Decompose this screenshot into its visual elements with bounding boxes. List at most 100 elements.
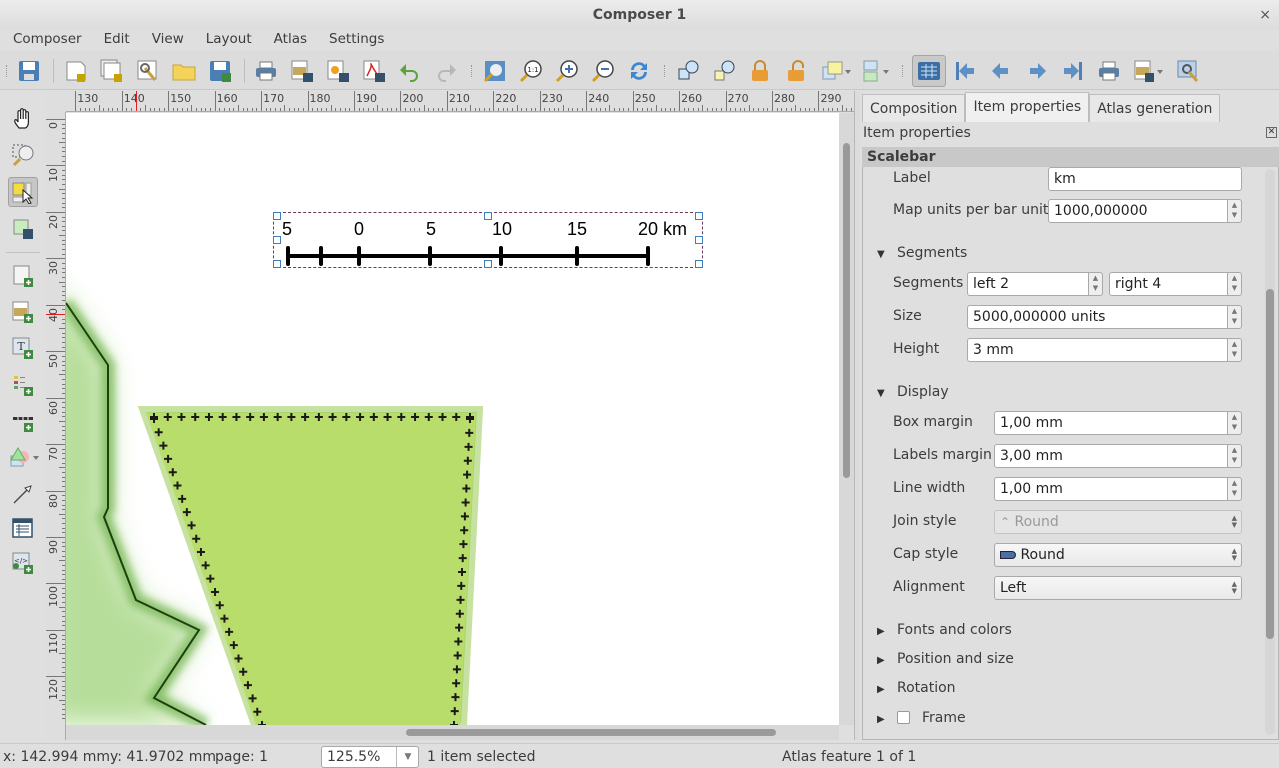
segments-left-spinner[interactable]: ▲ ▼ bbox=[1089, 272, 1103, 296]
zoom-in-button[interactable] bbox=[554, 58, 580, 84]
raise-items-button[interactable] bbox=[820, 58, 854, 84]
vertical-ruler[interactable]: 0102030405060708090100110120 bbox=[46, 112, 66, 740]
menu-settings[interactable]: Settings bbox=[316, 30, 393, 50]
line-width-input[interactable]: 1,00 mm bbox=[994, 477, 1228, 501]
properties-scrollbar[interactable] bbox=[1265, 169, 1275, 735]
export-svg-button[interactable] bbox=[325, 58, 351, 84]
refresh-button[interactable] bbox=[626, 58, 652, 84]
scrollbar-thumb[interactable] bbox=[406, 729, 776, 736]
zoom-full-button[interactable] bbox=[482, 58, 508, 84]
box-margin-input[interactable]: 1,00 mm bbox=[994, 411, 1228, 435]
selection-handle[interactable] bbox=[695, 212, 703, 220]
labels-margin-input[interactable]: 3,00 mm bbox=[994, 444, 1228, 468]
new-composer-button[interactable] bbox=[63, 58, 89, 84]
height-input[interactable]: 3 mm bbox=[967, 338, 1228, 362]
line-width-spinner[interactable]: ▲ ▼ bbox=[1228, 477, 1242, 501]
menu-atlas[interactable]: Atlas bbox=[261, 30, 316, 50]
dropdown-arrow-icon[interactable]: ▼ bbox=[396, 747, 419, 767]
fonts-colors-group-toggle[interactable]: ▶ Fonts and colors bbox=[877, 622, 1012, 638]
atlas-last-button[interactable] bbox=[1060, 58, 1086, 84]
atlas-preview-button[interactable] bbox=[912, 55, 946, 87]
display-group-toggle[interactable]: ▼ Display bbox=[877, 384, 949, 400]
map-item[interactable] bbox=[66, 113, 839, 725]
composer-canvas[interactable]: 5 0 5 10 15 20 km bbox=[66, 113, 839, 725]
select-move-item-tool[interactable] bbox=[8, 177, 38, 207]
undo-button[interactable] bbox=[397, 58, 423, 84]
selection-handle[interactable] bbox=[484, 212, 492, 220]
add-legend-tool[interactable] bbox=[8, 370, 38, 400]
add-map-tool[interactable] bbox=[8, 261, 38, 291]
export-image-button[interactable] bbox=[289, 58, 315, 84]
box-margin-spinner[interactable]: ▲ ▼ bbox=[1228, 411, 1242, 435]
labels-margin-spinner[interactable]: ▲ ▼ bbox=[1228, 444, 1242, 468]
atlas-export-button[interactable] bbox=[1132, 58, 1166, 84]
selection-handle[interactable] bbox=[695, 236, 703, 244]
selection-handle[interactable] bbox=[484, 260, 492, 268]
map-units-spinner[interactable]: ▲ ▼ bbox=[1228, 199, 1242, 223]
add-attribute-table-tool[interactable] bbox=[8, 513, 38, 543]
horizontal-ruler[interactable]: 130 140 150 160 170 180 190 200 210 220 230 240 250 2… bbox=[66, 91, 854, 112]
tab-item-properties[interactable]: Item properties bbox=[965, 92, 1090, 122]
segments-left-input[interactable]: left 2 bbox=[967, 272, 1089, 296]
add-label-tool[interactable]: T bbox=[8, 333, 38, 363]
add-shape-tool[interactable] bbox=[8, 442, 42, 472]
atlas-previous-button[interactable] bbox=[988, 58, 1014, 84]
zoom-out-button[interactable] bbox=[590, 58, 616, 84]
close-window-button[interactable]: × bbox=[1259, 0, 1271, 30]
toolbar-grip[interactable] bbox=[6, 65, 9, 77]
height-spinner[interactable]: ▲ ▼ bbox=[1228, 338, 1242, 362]
zoom-tool[interactable] bbox=[8, 140, 38, 170]
cap-style-select[interactable]: Round ▲ ▼ bbox=[994, 543, 1242, 567]
label-input[interactable]: km bbox=[1048, 167, 1242, 191]
segments-group-toggle[interactable]: ▼ Segments bbox=[877, 245, 967, 261]
atlas-settings-button[interactable] bbox=[1175, 58, 1201, 84]
size-spinner[interactable]: ▲ ▼ bbox=[1228, 305, 1242, 329]
add-html-frame-tool[interactable]: </> bbox=[8, 548, 38, 578]
duplicate-composer-button[interactable] bbox=[99, 58, 125, 84]
segments-right-input[interactable]: right 4 bbox=[1109, 272, 1228, 296]
atlas-first-button[interactable] bbox=[952, 58, 978, 84]
frame-checkbox[interactable] bbox=[897, 711, 910, 724]
size-input[interactable]: 5000,000000 units bbox=[967, 305, 1228, 329]
selection-handle[interactable] bbox=[273, 236, 281, 244]
tab-composition[interactable]: Composition bbox=[862, 94, 966, 122]
redo-button[interactable] bbox=[433, 58, 459, 84]
zoom-level-value[interactable]: 125.5% bbox=[327, 749, 380, 765]
canvas-horizontal-scrollbar[interactable] bbox=[66, 725, 839, 740]
tab-atlas-generation[interactable]: Atlas generation bbox=[1089, 94, 1221, 122]
canvas-vertical-scrollbar[interactable] bbox=[839, 113, 854, 725]
move-item-content-tool[interactable] bbox=[8, 214, 38, 244]
menu-view[interactable]: View bbox=[139, 30, 193, 50]
rotation-group-toggle[interactable]: ▶ Rotation bbox=[877, 680, 956, 696]
open-template-button[interactable] bbox=[171, 58, 197, 84]
frame-group-toggle[interactable]: ▶ Frame bbox=[877, 710, 966, 726]
add-scalebar-tool[interactable] bbox=[8, 406, 38, 436]
map-units-input[interactable]: 1000,000000 bbox=[1048, 199, 1228, 223]
selection-handle[interactable] bbox=[695, 260, 703, 268]
menu-composer[interactable]: Composer bbox=[0, 30, 91, 50]
unlock-button[interactable] bbox=[783, 58, 809, 84]
align-items-button[interactable] bbox=[860, 58, 894, 84]
add-arrow-tool[interactable] bbox=[8, 479, 38, 509]
print-button[interactable] bbox=[253, 58, 279, 84]
lock-button[interactable] bbox=[747, 58, 773, 84]
save-button[interactable] bbox=[16, 58, 42, 84]
scrollbar-thumb[interactable] bbox=[1266, 289, 1274, 639]
alignment-select[interactable]: Left ▲ ▼ bbox=[994, 576, 1242, 600]
menu-layout[interactable]: Layout bbox=[193, 30, 261, 50]
zoom-level-combo[interactable]: 125.5% ▼ bbox=[321, 746, 419, 768]
export-pdf-button[interactable] bbox=[361, 58, 387, 84]
selection-handle[interactable] bbox=[273, 212, 281, 220]
add-image-tool[interactable] bbox=[8, 297, 38, 327]
save-as-template-button[interactable] bbox=[207, 58, 233, 84]
menu-edit[interactable]: Edit bbox=[91, 30, 139, 50]
ungroup-button[interactable] bbox=[711, 58, 737, 84]
pan-tool[interactable] bbox=[8, 104, 38, 134]
group-button[interactable] bbox=[675, 58, 701, 84]
scrollbar-thumb[interactable] bbox=[843, 143, 850, 478]
selection-handle[interactable] bbox=[273, 260, 281, 268]
composer-manager-button[interactable] bbox=[135, 58, 161, 84]
segments-right-spinner[interactable]: ▲ ▼ bbox=[1228, 272, 1242, 296]
scalebar-item[interactable]: 5 0 5 10 15 20 km bbox=[273, 212, 703, 268]
zoom-100-button[interactable]: 1:1 bbox=[518, 58, 544, 84]
